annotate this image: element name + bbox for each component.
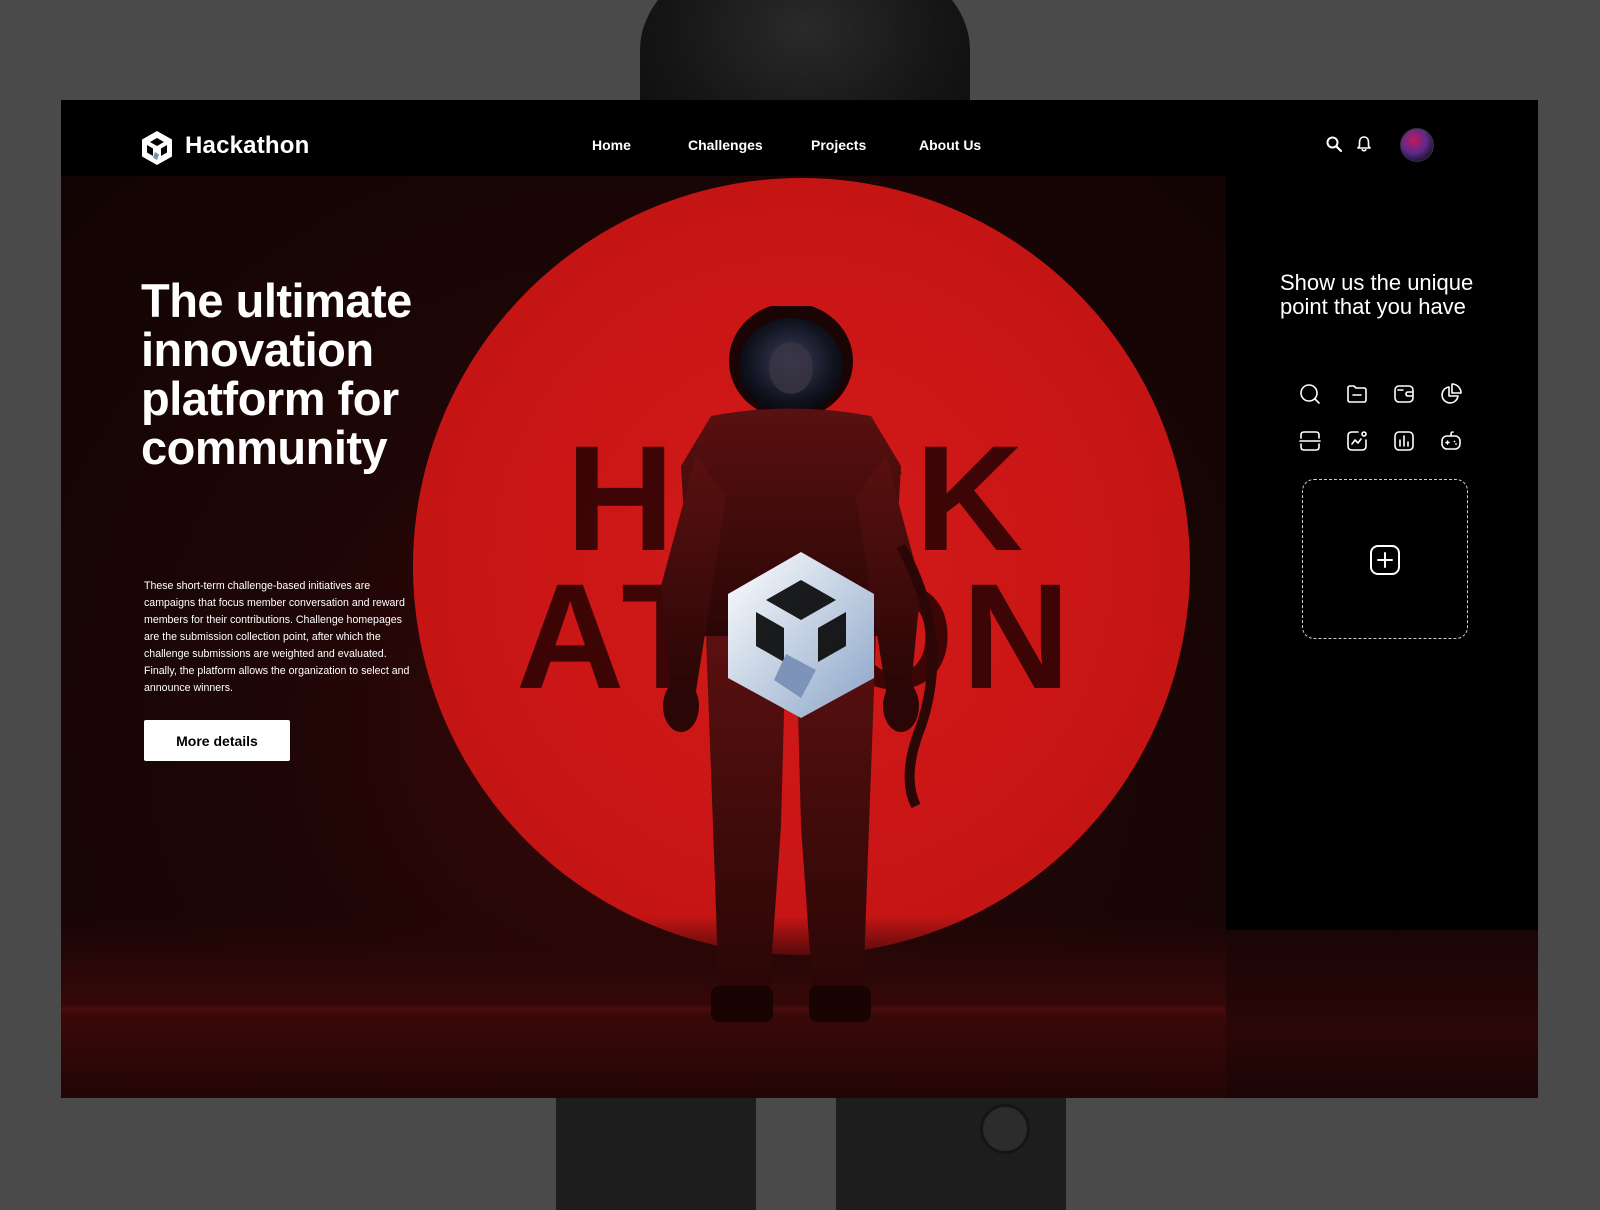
bar-chart-icon[interactable] bbox=[1392, 429, 1416, 453]
feature-panel: Show us the unique point that you have bbox=[1226, 176, 1538, 930]
search-icon[interactable] bbox=[1298, 382, 1322, 406]
brand-name[interactable]: Hackathon bbox=[185, 132, 310, 160]
panel-title: Show us the unique point that you have bbox=[1280, 270, 1474, 319]
bell-icon[interactable] bbox=[1355, 135, 1373, 153]
search-icon[interactable] bbox=[1325, 135, 1343, 153]
feature-icon-grid bbox=[1298, 382, 1488, 482]
wallet-icon[interactable] bbox=[1392, 382, 1416, 406]
upload-dropzone[interactable] bbox=[1302, 479, 1468, 639]
nav-link-about-us[interactable]: About Us bbox=[919, 137, 981, 153]
folder-icon[interactable] bbox=[1345, 382, 1369, 406]
gamepad-icon[interactable] bbox=[1439, 429, 1463, 453]
pie-chart-icon[interactable] bbox=[1439, 382, 1463, 406]
hero-section: HACK ATHON bbox=[61, 176, 1226, 1098]
hackathon-logo-icon[interactable] bbox=[141, 130, 173, 166]
background-suit-bolt bbox=[980, 1104, 1030, 1154]
add-square-icon[interactable] bbox=[1369, 544, 1401, 576]
hackathon-cube-emblem bbox=[728, 552, 874, 718]
hero-description: These short-term challenge-based initiat… bbox=[144, 580, 410, 694]
user-avatar[interactable] bbox=[1400, 128, 1434, 162]
nav-link-challenges[interactable]: Challenges bbox=[688, 137, 763, 153]
hero-ground-extension bbox=[1226, 930, 1538, 1098]
website-frame: Hackathon Home Challenges Projects About… bbox=[61, 100, 1538, 1098]
nav-link-projects[interactable]: Projects bbox=[811, 137, 866, 153]
more-details-button[interactable]: More details bbox=[144, 720, 290, 761]
top-navigation: Hackathon Home Challenges Projects About… bbox=[61, 100, 1538, 176]
background-leg-left bbox=[556, 1090, 756, 1210]
trend-chart-icon[interactable] bbox=[1345, 429, 1369, 453]
scan-icon[interactable] bbox=[1298, 429, 1322, 453]
background-leg-right bbox=[836, 1090, 1066, 1210]
nav-link-home[interactable]: Home bbox=[592, 137, 631, 153]
hero-headline: The ultimate innovation platform for com… bbox=[141, 274, 412, 474]
